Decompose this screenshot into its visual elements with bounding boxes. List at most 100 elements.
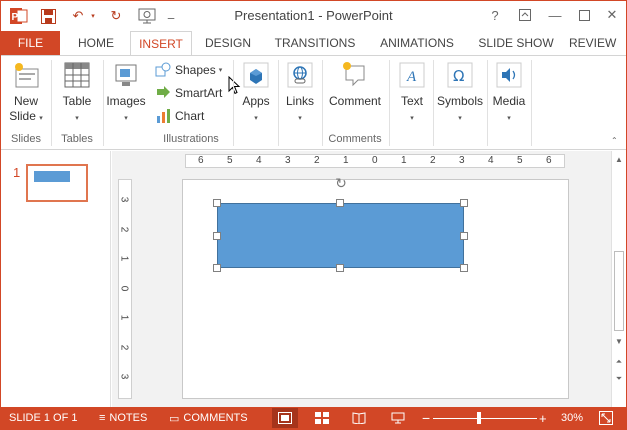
vertical-ruler: 3 2 1 0 1 2 3	[118, 179, 132, 399]
resize-handle[interactable]	[213, 199, 221, 207]
tab-transitions[interactable]: TRANSITIONS	[267, 31, 363, 55]
save-icon[interactable]	[39, 7, 57, 25]
resize-handle[interactable]	[213, 232, 221, 240]
images-button[interactable]: Images ▾	[105, 60, 147, 126]
ruler-tick-label: 4	[256, 155, 262, 166]
slide-canvas[interactable]: ↻	[182, 175, 569, 399]
zoom-level[interactable]: 30%	[561, 407, 583, 429]
tab-animations[interactable]: ANIMATIONS	[371, 31, 463, 55]
apps-icon	[241, 60, 271, 90]
customize-qat-icon[interactable]: ⚊	[165, 7, 177, 25]
chevron-down-icon: ▾	[458, 115, 462, 122]
ruler-tick-label: 1	[343, 155, 349, 166]
vertical-scrollbar[interactable]: ▲ ▼ ⏶ ⏷	[611, 151, 626, 407]
zoom-slider[interactable]	[433, 418, 537, 419]
present-icon[interactable]	[137, 7, 157, 25]
notes-label: NOTES	[109, 412, 148, 424]
media-button[interactable]: Media ▾	[489, 60, 529, 126]
reading-view-icon[interactable]	[346, 408, 372, 428]
undo-dropdown-icon[interactable]: ▾	[88, 7, 98, 25]
slide-thumbnails-panel: 1	[1, 151, 111, 407]
maximize-icon[interactable]	[573, 5, 595, 25]
zoom-slider-thumb[interactable]	[477, 412, 482, 424]
zoom-in-button[interactable]: +	[539, 407, 547, 429]
group-separator	[389, 60, 390, 146]
tab-slide-show[interactable]: SLIDE SHOW	[472, 31, 560, 55]
text-button[interactable]: A Text ▾	[393, 60, 431, 126]
tab-design[interactable]: DESIGN	[198, 31, 258, 55]
scroll-up-icon[interactable]: ▲	[612, 153, 626, 165]
new-slide-label: New Slide	[9, 94, 38, 123]
smartart-button[interactable]: SmartArt	[155, 83, 222, 103]
comments-button[interactable]: ▭ COMMENTS	[169, 407, 248, 429]
chevron-down-icon: ▾	[124, 115, 128, 122]
text-label: Text	[400, 94, 423, 108]
links-button[interactable]: Links ▾	[281, 60, 319, 126]
chevron-down-icon: ▾	[254, 115, 258, 122]
table-button[interactable]: Table ▾	[57, 60, 97, 126]
apps-button[interactable]: Apps ▾	[237, 60, 275, 126]
undo-icon[interactable]: ↶	[69, 7, 87, 25]
ruler-tick-label: 3	[285, 155, 291, 166]
tab-insert[interactable]: INSERT	[130, 31, 192, 56]
rotate-handle-icon[interactable]: ↻	[334, 175, 348, 191]
chart-button[interactable]: Chart	[155, 106, 204, 126]
close-icon[interactable]: ✕	[601, 5, 623, 25]
zoom-out-button[interactable]: −	[422, 407, 430, 429]
ruler-tick-label: 2	[118, 226, 130, 232]
new-slide-button[interactable]: New Slide ▾	[5, 60, 47, 126]
apps-label: Apps	[242, 94, 270, 108]
tab-review[interactable]: REVIEW	[569, 31, 626, 55]
resize-handle[interactable]	[213, 264, 221, 272]
resize-handle[interactable]	[460, 264, 468, 272]
thumbnail-shape	[34, 171, 70, 182]
collapse-ribbon-icon[interactable]: ⌃	[611, 136, 618, 145]
rectangle-shape[interactable]	[217, 203, 464, 268]
ribbon-display-options-icon[interactable]	[514, 5, 536, 25]
title-bar: P ↶ ▾ ↻ ⚊ Presentation1 - PowerPoint ? —…	[1, 1, 626, 31]
chart-label: Chart	[175, 109, 205, 123]
symbols-button[interactable]: Ω Symbols ▾	[435, 60, 485, 126]
chevron-down-icon: ▾	[218, 67, 223, 74]
slide-show-icon[interactable]	[385, 408, 411, 428]
slide-sorter-icon[interactable]	[309, 408, 335, 428]
comment-icon	[340, 60, 370, 90]
comment-button[interactable]: Comment	[325, 60, 385, 109]
resize-handle[interactable]	[336, 264, 344, 272]
resize-handle[interactable]	[460, 199, 468, 207]
normal-view-icon[interactable]	[272, 408, 298, 428]
group-label-slides: Slides	[11, 133, 41, 145]
notes-icon: ≡	[99, 412, 106, 424]
group-separator	[233, 60, 234, 146]
ribbon-insert: New Slide ▾ Slides Table ▾ Tables Images ▾…	[1, 56, 626, 150]
svg-text:A: A	[406, 69, 417, 85]
powerpoint-window: P ↶ ▾ ↻ ⚊ Presentation1 - PowerPoint ? —…	[0, 0, 627, 430]
comments-label: COMMENTS	[183, 412, 248, 424]
group-separator	[103, 60, 104, 146]
ruler-tick-label: 4	[488, 155, 494, 166]
scrollbar-thumb[interactable]	[614, 251, 624, 331]
next-slide-icon[interactable]: ⏷	[612, 373, 626, 385]
ribbon-tabs: FILE HOME INSERT DESIGN TRANSITIONS ANIM…	[1, 31, 626, 56]
help-button[interactable]: ?	[484, 5, 506, 25]
resize-handle[interactable]	[336, 199, 344, 207]
tab-file[interactable]: FILE	[1, 31, 60, 55]
previous-slide-icon[interactable]: ⏶	[612, 356, 626, 368]
powerpoint-app-icon[interactable]: P	[9, 7, 29, 25]
symbols-label: Symbols	[436, 94, 483, 108]
notes-button[interactable]: ≡ NOTES	[99, 407, 147, 429]
ruler-tick-label: 6	[546, 155, 552, 166]
redo-icon[interactable]: ↻	[107, 7, 125, 25]
fit-to-window-icon[interactable]	[599, 407, 613, 429]
scroll-down-icon[interactable]: ▼	[612, 335, 626, 347]
svg-text:Ω: Ω	[453, 67, 464, 85]
ruler-tick-label: 5	[227, 155, 233, 166]
shapes-button[interactable]: Shapes ▾	[155, 60, 222, 80]
slide-thumbnail[interactable]	[26, 164, 88, 202]
text-icon: A	[397, 60, 427, 90]
group-separator	[487, 60, 488, 146]
ruler-tick-label: 1	[118, 255, 130, 262]
resize-handle[interactable]	[460, 232, 468, 240]
minimize-icon[interactable]: —	[544, 5, 566, 25]
tab-home[interactable]: HOME	[68, 31, 124, 55]
